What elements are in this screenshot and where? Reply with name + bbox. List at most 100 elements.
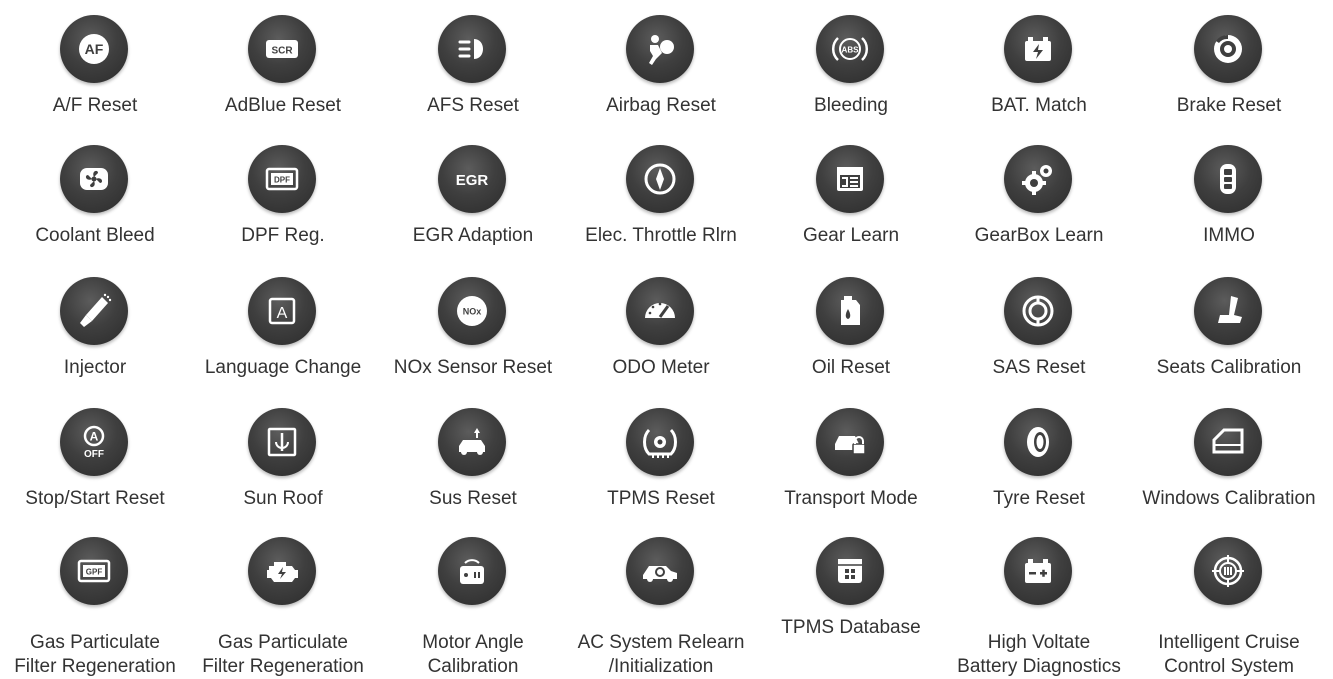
function-label: IMMO (1203, 225, 1255, 246)
suspension-icon (438, 408, 506, 476)
sunroof-icon (248, 408, 316, 476)
service-functions-grid: AF A/F Reset SCR AdBlue Reset AFS Reset Airba… (0, 0, 1333, 677)
function-label: EGR Adaption (412, 225, 534, 246)
function-label: Airbag Reset (606, 95, 716, 116)
function-label: TPMS Reset (607, 488, 715, 509)
key-fob-icon (1194, 145, 1262, 213)
egr-icon: EGR (438, 145, 506, 213)
function-tile-tpms-reset[interactable]: TPMS Reset (566, 408, 756, 536)
svg-text:EGR: EGR (456, 172, 489, 189)
function-label: Sus Reset (429, 488, 517, 509)
function-label: Transport Mode (784, 488, 918, 509)
oil-can-icon (816, 277, 884, 345)
svg-text:GPF: GPF (86, 568, 103, 577)
svg-text:SCR: SCR (271, 46, 293, 57)
function-tile-immo[interactable]: IMMO (1134, 145, 1324, 273)
car-lock-icon (816, 408, 884, 476)
svg-text:DPF: DPF (274, 176, 290, 185)
svg-text:A: A (277, 305, 288, 322)
function-label-line: Filter Regeneration (14, 656, 176, 677)
function-tile-injector[interactable]: Injector (0, 277, 190, 405)
auto-off-icon: A OFF (60, 408, 128, 476)
throttle-icon (626, 145, 694, 213)
function-label: NOx Sensor Reset (393, 357, 553, 378)
function-tile-motor-angle[interactable]: Motor Angle Calibration (378, 537, 568, 677)
gears-icon (1004, 145, 1072, 213)
function-label: Language Change (204, 357, 362, 378)
function-label: TPMS Database (781, 617, 921, 638)
function-tile-high-voltage-battery[interactable]: High Voltate Battery Diagnostics (944, 537, 1134, 677)
function-tile-seats-calibration[interactable]: Seats Calibration (1134, 277, 1324, 405)
function-tile-dpf-reg[interactable]: DPF DPF Reg. (188, 145, 378, 273)
steering-wheel-icon (1004, 277, 1072, 345)
function-tile-sun-roof[interactable]: Sun Roof (188, 408, 378, 536)
speedometer-icon (626, 277, 694, 345)
function-label-line: Intelligent Cruise (1158, 632, 1300, 653)
function-label: Brake Reset (1176, 95, 1282, 116)
function-tile-intelligent-cruise[interactable]: Intelligent Cruise Control System (1134, 537, 1324, 677)
function-label: A/F Reset (52, 95, 138, 116)
function-label: Seats Calibration (1156, 357, 1302, 378)
tpms-icon (626, 408, 694, 476)
scr-icon: SCR (248, 15, 316, 83)
function-tile-sus-reset[interactable]: Sus Reset (378, 408, 568, 536)
svg-text:OFF: OFF (84, 449, 104, 460)
function-label: Elec. Throttle Rlrn (585, 225, 737, 246)
function-tile-coolant-bleed[interactable]: Coolant Bleed (0, 145, 190, 273)
function-label: Bleeding (814, 95, 888, 116)
function-label-line: High Voltate (987, 632, 1091, 653)
function-tile-oil-reset[interactable]: Oil Reset (756, 277, 946, 405)
motor-icon (438, 537, 506, 605)
function-tile-language-change[interactable]: A Language Change (188, 277, 378, 405)
function-tile-bleeding[interactable]: ABS Bleeding (756, 15, 946, 143)
function-tile-afs-reset[interactable]: AFS Reset (378, 15, 568, 143)
function-tile-adblue-reset[interactable]: SCR AdBlue Reset (188, 15, 378, 143)
function-tile-stop-start-reset[interactable]: A OFF Stop/Start Reset (0, 408, 190, 536)
function-tile-tyre-reset[interactable]: Tyre Reset (944, 408, 1134, 536)
function-tile-bat-match[interactable]: BAT. Match (944, 15, 1134, 143)
function-label: Windows Calibration (1142, 488, 1316, 509)
injector-icon (60, 277, 128, 345)
function-label-line: /Initialization (608, 656, 714, 677)
function-label-line: Calibration (427, 656, 519, 677)
function-tile-sas-reset[interactable]: SAS Reset (944, 277, 1134, 405)
nox-icon: NOx (438, 277, 506, 345)
language-icon: A (248, 277, 316, 345)
headlight-icon (438, 15, 506, 83)
gear-window-icon (816, 145, 884, 213)
function-tile-af-reset[interactable]: AF A/F Reset (0, 15, 190, 143)
function-tile-egr-adaption[interactable]: EGR EGR Adaption (378, 145, 568, 273)
function-label: BAT. Match (991, 95, 1087, 116)
function-tile-gpf-regeneration[interactable]: GPF Gas Particulate Filter Regeneration (0, 537, 190, 677)
function-label: Gear Learn (802, 225, 900, 246)
svg-text:ABS: ABS (842, 46, 860, 55)
function-label-line: Filter Regeneration (202, 656, 364, 677)
function-label: Oil Reset (811, 357, 891, 378)
function-tile-tpms-database[interactable]: TPMS Database (756, 537, 946, 665)
function-tile-gearbox-learn[interactable]: GearBox Learn (944, 145, 1134, 273)
function-label: Coolant Bleed (35, 225, 155, 246)
dpf-icon: DPF (248, 145, 316, 213)
battery-icon (1004, 15, 1072, 83)
function-tile-gear-learn[interactable]: Gear Learn (756, 145, 946, 273)
function-tile-windows-calibration[interactable]: Windows Calibration (1134, 408, 1324, 536)
function-tile-odo-meter[interactable]: ODO Meter (566, 277, 756, 405)
function-tile-airbag-reset[interactable]: Airbag Reset (566, 15, 756, 143)
function-tile-brake-reset[interactable]: Brake Reset (1134, 15, 1324, 143)
brake-disc-icon (1194, 15, 1262, 83)
ac-car-icon (626, 537, 694, 605)
airbag-icon (626, 15, 694, 83)
svg-text:A: A (90, 430, 99, 444)
function-label: ODO Meter (612, 357, 710, 378)
svg-text:AF: AF (85, 41, 104, 57)
svg-text:NOx: NOx (463, 307, 482, 317)
function-label: Stop/Start Reset (25, 488, 165, 509)
function-tile-nox-sensor-reset[interactable]: NOx NOx Sensor Reset (378, 277, 568, 405)
fan-icon (60, 145, 128, 213)
function-tile-ac-system-relearn[interactable]: AC System Relearn/Initialization (566, 537, 756, 677)
function-tile-transport-mode[interactable]: Transport Mode (756, 408, 946, 536)
function-tile-gas-particulate-engine[interactable]: Gas Particulate Filter Regeneration (188, 537, 378, 677)
function-tile-elec-throttle[interactable]: Elec. Throttle Rlrn (566, 145, 756, 273)
cruise-target-icon (1194, 537, 1262, 605)
engine-icon (248, 537, 316, 605)
